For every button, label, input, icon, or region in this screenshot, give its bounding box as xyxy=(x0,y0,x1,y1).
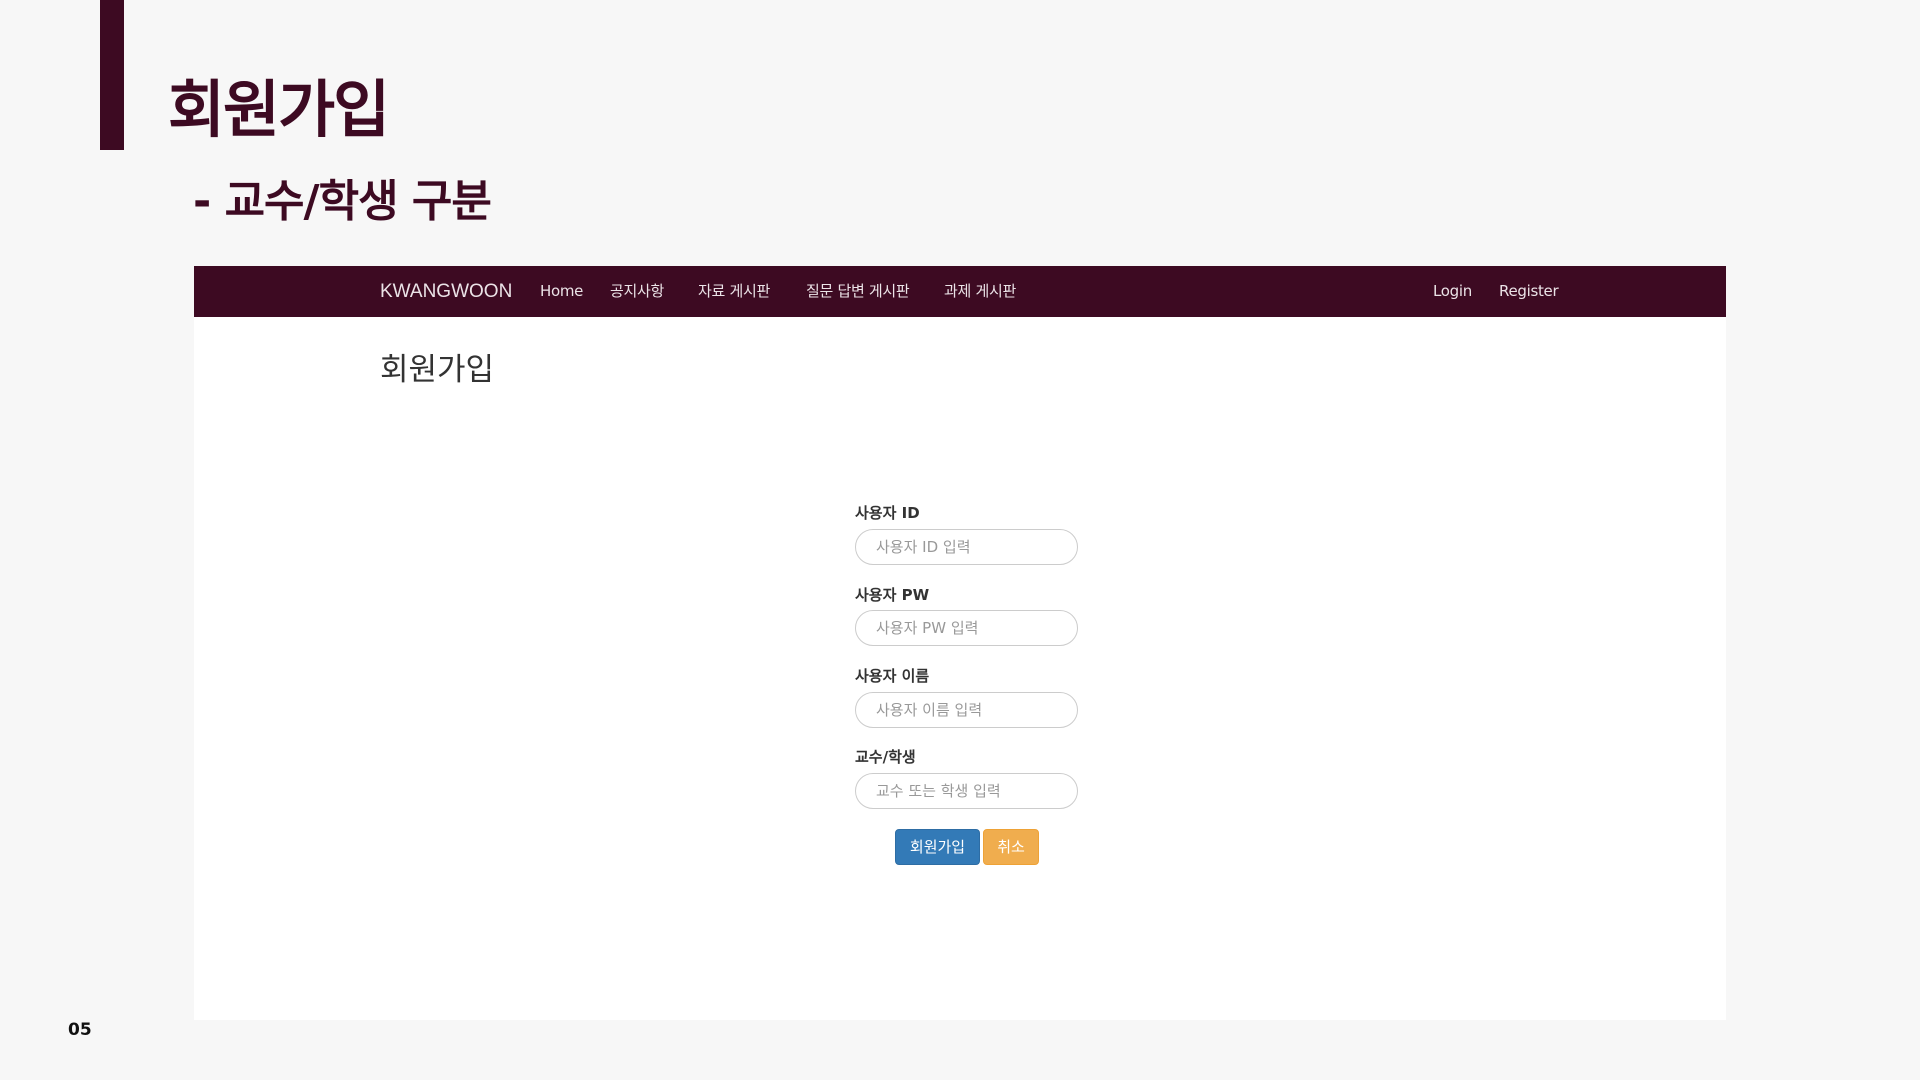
navbar-brand[interactable]: KWANGWOON xyxy=(380,266,512,317)
user-id-input[interactable] xyxy=(855,529,1078,565)
screenshot-frame: KWANGWOON Home 공지사항 자료 게시판 질문 답변 게시판 과제 … xyxy=(194,266,1726,1020)
user-id-label: 사용자 ID xyxy=(855,504,920,522)
slide-subtitle: - 교수/학생 구분 xyxy=(193,176,492,227)
nav-link-home[interactable]: Home xyxy=(540,266,583,317)
nav-link-assignments[interactable]: 과제 게시판 xyxy=(944,266,1016,317)
nav-link-resources[interactable]: 자료 게시판 xyxy=(698,266,770,317)
user-pw-input[interactable] xyxy=(855,610,1078,646)
navbar: KWANGWOON Home 공지사항 자료 게시판 질문 답변 게시판 과제 … xyxy=(194,266,1726,317)
nav-link-login[interactable]: Login xyxy=(1433,266,1472,317)
user-name-label: 사용자 이름 xyxy=(855,667,930,685)
user-pw-label: 사용자 PW xyxy=(855,586,930,604)
role-input[interactable] xyxy=(855,773,1078,809)
role-label: 교수/학생 xyxy=(855,748,916,766)
nav-link-register[interactable]: Register xyxy=(1499,266,1559,317)
slide-accent-bar xyxy=(100,0,124,150)
user-name-input[interactable] xyxy=(855,692,1078,728)
nav-link-notice[interactable]: 공지사항 xyxy=(610,266,664,317)
cancel-button[interactable]: 취소 xyxy=(983,829,1039,865)
page-heading: 회원가입 xyxy=(380,352,495,388)
slide-title: 회원가입 xyxy=(168,73,390,146)
page-number: 05 xyxy=(68,1020,92,1040)
register-submit-button[interactable]: 회원가입 xyxy=(895,829,980,865)
nav-link-qna[interactable]: 질문 답변 게시판 xyxy=(806,266,910,317)
